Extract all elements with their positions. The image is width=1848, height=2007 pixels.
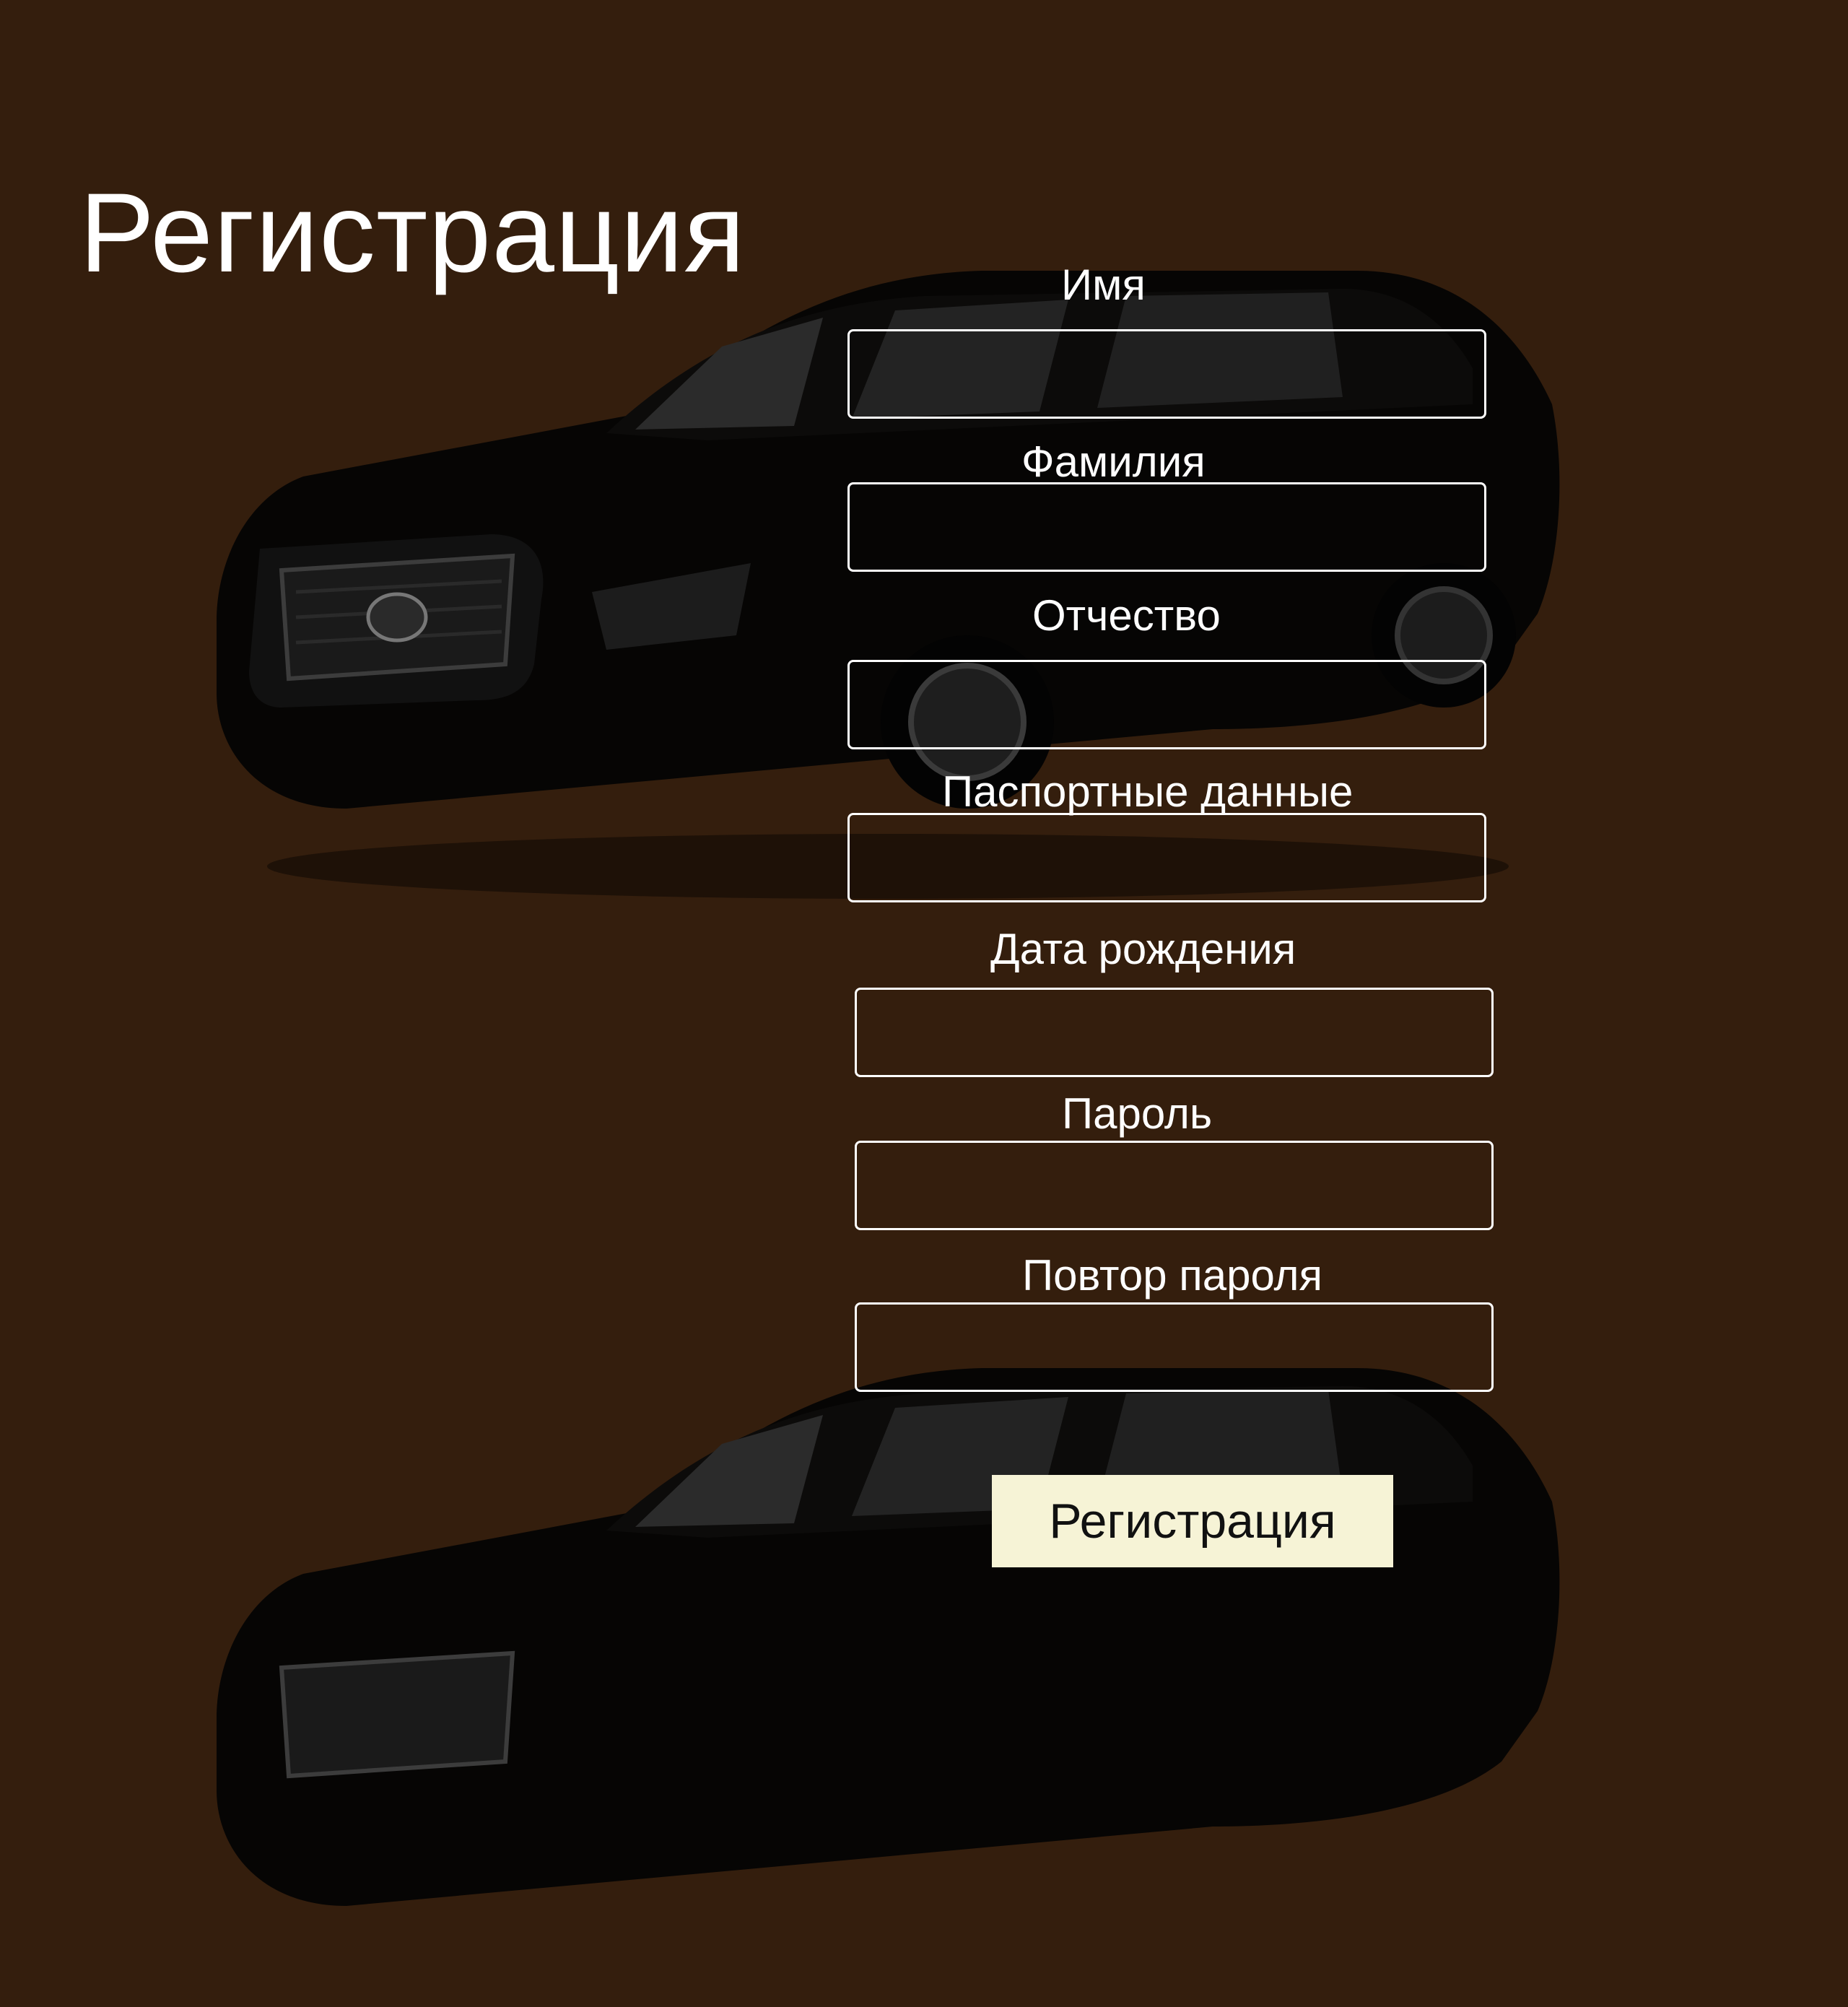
register-button[interactable]: Регистрация: [992, 1475, 1393, 1567]
patronymic-input[interactable]: [847, 660, 1486, 749]
last-name-label: Фамилия: [1021, 437, 1206, 486]
passport-input[interactable]: [847, 813, 1486, 902]
first-name-label: Имя: [1061, 261, 1146, 309]
birth-date-label: Дата рождения: [990, 925, 1296, 973]
first-name-input[interactable]: [847, 329, 1486, 419]
password-repeat-input[interactable]: [855, 1302, 1494, 1392]
last-name-input[interactable]: [847, 482, 1486, 572]
car-background-image-lower: [217, 1368, 1560, 1906]
passport-label: Паспортные данные: [942, 767, 1354, 816]
password-input[interactable]: [855, 1141, 1494, 1230]
password-repeat-label: Повтор пароля: [1022, 1251, 1323, 1299]
birth-date-input[interactable]: [855, 988, 1494, 1077]
password-label: Пароль: [1062, 1089, 1213, 1138]
patronymic-label: Отчество: [1032, 591, 1221, 640]
page-title: Регистрация: [79, 170, 746, 296]
